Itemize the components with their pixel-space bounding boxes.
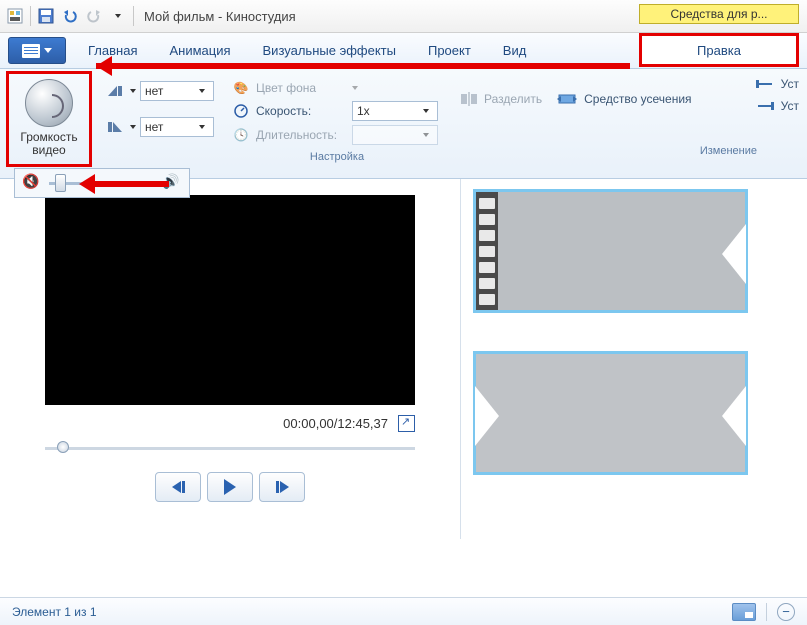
clock-icon: 🕓 [232,126,250,144]
set-start-label: Уст [781,77,799,91]
playback-controls [155,472,305,502]
filmstrip-icon [476,192,498,310]
video-volume-label: Громкость видео [12,131,86,157]
caret-down-icon [130,89,136,93]
speed-label: Скорость: [256,104,346,118]
ribbon: Громкость видео нет нет [0,69,807,179]
video-preview[interactable] [45,195,415,405]
fade-out-value: нет [145,120,163,134]
qa-customize-dropdown[interactable] [107,5,129,27]
fullscreen-button[interactable] [398,415,415,432]
duration-label: Длительность: [256,128,346,142]
file-menu-button[interactable] [8,37,66,64]
view-mode-button[interactable] [732,603,756,621]
fade-in-value: нет [145,84,163,98]
speed-icon [232,102,250,120]
set-points-column: Уст Уст [755,77,799,113]
speed-row: Скорость: 1x [232,101,442,121]
time-display-row: 00:00,00/12:45,37 [45,415,415,432]
seek-track [45,447,415,450]
app-icon [4,5,26,27]
qa-undo-button[interactable] [59,5,81,27]
status-item-count: Элемент 1 из 1 [12,605,97,619]
separator [133,6,134,26]
tab-project[interactable]: Проект [412,33,487,68]
tab-view[interactable]: Вид [487,33,543,68]
tab-visual-effects[interactable]: Визуальные эффекты [247,33,412,68]
fade-in-combo[interactable]: нет [140,81,214,101]
volume-slider-popup [14,168,190,198]
seek-thumb[interactable] [57,441,69,453]
tab-edit[interactable]: Правка [639,33,799,67]
play-icon [224,479,236,495]
separator [30,6,31,26]
timeline-pane[interactable] [460,179,807,539]
contextual-tab-header: Средства для р... [639,4,799,24]
status-bar: Элемент 1 из 1 − [0,597,807,625]
speed-combo[interactable]: 1x [352,101,438,121]
tab-home[interactable]: Главная [72,33,153,68]
speaker-icon [25,79,73,127]
zoom-out-button[interactable]: − [777,603,795,621]
set-end-point-button[interactable]: Уст [755,99,799,113]
time-display: 00:00,00/12:45,37 [283,416,388,431]
trim-icon [556,91,578,107]
chevron-down-icon [419,133,433,137]
split-label: Разделить [484,92,542,106]
clip-1[interactable] [473,189,748,313]
split-button: Разделить [460,91,542,107]
tab-animation[interactable]: Анимация [153,33,246,68]
slider-thumb[interactable] [55,174,66,192]
chevron-down-icon [195,89,209,93]
set-end-label: Уст [781,99,799,113]
qa-save-button[interactable] [35,5,57,27]
split-icon [460,91,478,107]
contextual-tab-label: Средства для р... [639,4,799,24]
video-volume-button[interactable]: Громкость видео [10,75,88,161]
qa-redo-button[interactable] [83,5,105,27]
fade-out-icon [106,119,126,135]
separator [766,603,767,621]
bgcolor-button: 🎨 Цвет фона [232,79,442,97]
caret-down-icon [130,125,136,129]
start-point-icon [755,77,775,91]
chevron-down-icon [419,109,433,113]
end-point-icon [755,99,775,113]
tab-strip: Главная Анимация Визуальные эффекты Прое… [0,33,807,69]
edit-group-label: Изменение [460,145,797,157]
tab-edit-label: Правка [697,43,741,58]
speed-value: 1x [357,104,370,118]
fade-in-icon [106,83,126,99]
clip-2[interactable] [473,351,748,475]
fade-out-combo[interactable]: нет [140,117,214,137]
set-start-point-button[interactable]: Уст [755,77,799,91]
window-title: Мой фильм - Киностудия [144,9,296,24]
duration-row: 🕓 Длительность: [232,125,442,145]
bgcolor-label: Цвет фона [256,81,346,95]
title-bar: Мой фильм - Киностудия Средства для р... [0,0,807,33]
main-area: 00:00,00/12:45,37 [0,179,807,539]
duration-combo [352,125,438,145]
preview-pane: 00:00,00/12:45,37 [0,179,460,539]
trim-label: Средство усечения [584,92,691,106]
settings-group-label: Настройка [232,151,442,163]
play-button[interactable] [207,472,253,502]
trim-tool-button[interactable]: Средство усечения [556,91,691,107]
seek-bar[interactable] [45,446,415,452]
speaker-muted-icon[interactable] [23,174,41,192]
paint-bucket-icon: 🎨 [232,79,250,97]
chevron-down-icon [352,86,358,90]
prev-frame-button[interactable] [155,472,201,502]
chevron-down-icon [195,125,209,129]
next-frame-button[interactable] [259,472,305,502]
